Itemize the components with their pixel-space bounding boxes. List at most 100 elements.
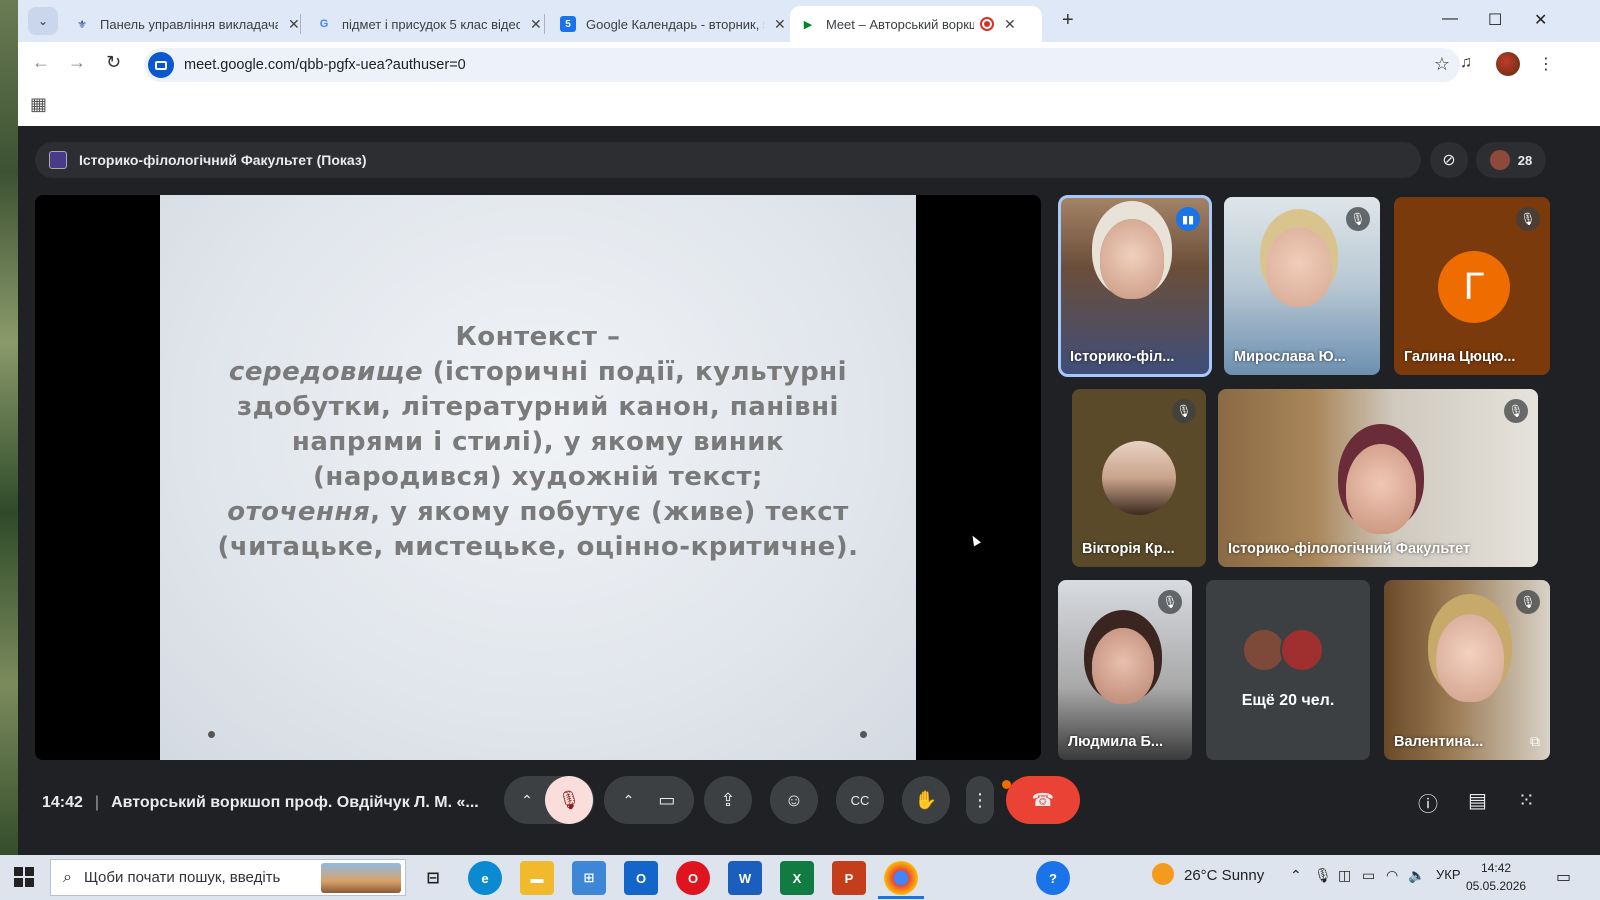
participant-tile[interactable]: 🎙 Історико-філологічний Факультет: [1218, 389, 1538, 567]
help-icon[interactable]: ?: [1036, 861, 1070, 895]
picture-in-picture-icon[interactable]: ⧉: [1530, 733, 1540, 750]
language-indicator[interactable]: УКР: [1436, 867, 1461, 882]
tab-meet[interactable]: ▶ Meet – Авторський воркшоп ✕: [790, 6, 1042, 42]
store-icon[interactable]: ⊞: [572, 861, 606, 895]
more-participants-tile[interactable]: Ещё 20 чел.: [1206, 580, 1370, 760]
powerpoint-icon[interactable]: P: [832, 861, 866, 895]
outlook-icon[interactable]: O: [624, 861, 658, 895]
notifications-icon[interactable]: ▭: [1556, 867, 1571, 887]
mouse-cursor: [969, 533, 981, 547]
chat-icon[interactable]: ▤: [1468, 788, 1487, 813]
participant-tile[interactable]: ▮▮ Історико-філ...: [1058, 195, 1212, 377]
raise-hand-button[interactable]: ✋: [902, 776, 950, 824]
task-view-icon[interactable]: ⊟: [416, 861, 450, 895]
file-explorer-icon[interactable]: ▬: [520, 861, 554, 895]
search-placeholder: Щоби почати пошук, введіть: [83, 869, 281, 886]
present-screen-button[interactable]: ⇪: [704, 776, 752, 824]
wifi-icon[interactable]: ◠: [1386, 867, 1398, 884]
activities-icon[interactable]: ⁙: [1518, 788, 1535, 813]
close-icon[interactable]: ✕: [288, 16, 300, 33]
slide-line: середовище (історичні події, культурні: [217, 355, 858, 390]
chrome-icon[interactable]: [878, 861, 924, 899]
participant-name: Мирослава Ю...: [1234, 349, 1346, 365]
bookmark-star-icon[interactable]: ☆: [1434, 54, 1450, 75]
browser-toolbar: ← → ↻ meet.google.com/qbb-pgfx-uea?authu…: [18, 42, 1600, 88]
tray-chevron-icon[interactable]: ⌃: [1290, 867, 1302, 884]
bookmarks-bar: ▦: [18, 88, 1600, 126]
maximize-icon[interactable]: ☐: [1488, 10, 1502, 30]
close-icon[interactable]: ✕: [530, 16, 542, 33]
clock-time: 14:42: [1481, 861, 1512, 875]
reactions-button[interactable]: ☺: [770, 776, 818, 824]
recording-icon: [980, 17, 994, 31]
close-icon[interactable]: ✕: [1004, 16, 1016, 33]
participant-tile[interactable]: 🎙 Людмила Б...: [1058, 580, 1192, 760]
participant-video: [1266, 227, 1332, 307]
emoji-icon: ☺: [784, 789, 804, 810]
participant-name: Валентина...: [1394, 734, 1484, 750]
tab-google-search[interactable]: G підмет і присудок 5 клас відео ✕: [306, 6, 552, 42]
camera-tray-icon[interactable]: ◫: [1338, 867, 1351, 884]
participants-button[interactable]: 28: [1476, 142, 1546, 178]
participant-name: Галина Цюцю...: [1404, 349, 1516, 365]
meet-area: Історико-філологічний Факультет (Показ) …: [18, 126, 1600, 856]
excel-icon[interactable]: X: [780, 861, 814, 895]
participant-tile[interactable]: 🎙 Валентина... ⧉: [1384, 580, 1550, 760]
video-options-button[interactable]: ⌃ ▭: [604, 776, 694, 824]
weather-icon[interactable]: [1152, 863, 1174, 885]
reload-icon[interactable]: ↻: [106, 52, 121, 73]
forward-icon[interactable]: →: [68, 52, 86, 73]
browser-menu-icon[interactable]: ⋮: [1538, 54, 1554, 74]
participant-tile[interactable]: 🎙 Вікторія Кр...: [1072, 389, 1206, 567]
back-icon[interactable]: ←: [32, 52, 50, 73]
leave-call-button[interactable]: ☎: [1006, 776, 1080, 824]
captions-button[interactable]: CC: [836, 776, 884, 824]
more-options-button[interactable]: ⋮: [966, 776, 994, 824]
taskbar-search[interactable]: ⌕ Щоби почати пошук, введіть: [50, 859, 406, 896]
opera-icon[interactable]: O: [676, 861, 710, 895]
weather-text[interactable]: 26°C Sunny: [1184, 867, 1264, 884]
camera-off-icon[interactable]: ⊘: [1430, 142, 1468, 178]
slide-line: Контекст –: [455, 322, 621, 352]
tab-title: підмет і присудок 5 клас відео: [342, 16, 520, 32]
mic-off-icon: 🎙: [1172, 399, 1196, 423]
captions-icon: CC: [850, 792, 870, 808]
window-close-icon[interactable]: ✕: [1534, 10, 1547, 30]
slide-dot: [860, 731, 867, 738]
mic-toggle-button[interactable]: 🎙: [545, 776, 593, 824]
media-control-icon[interactable]: ♫: [1460, 54, 1472, 72]
meeting-name: Авторський воркшоп проф. Овдійчук Л. М. …: [111, 794, 479, 811]
meeting-details-icon[interactable]: ⓘ: [1418, 788, 1438, 817]
participant-count: 28: [1517, 152, 1533, 168]
edge-icon[interactable]: e: [468, 861, 502, 895]
new-tab-button[interactable]: +: [1062, 9, 1074, 32]
meet-icon: ▶: [803, 18, 813, 31]
meet-site-icon[interactable]: [148, 52, 174, 78]
address-bar[interactable]: meet.google.com/qbb-pgfx-uea?authuser=0 …: [144, 48, 1460, 82]
windows-taskbar: ⌕ Щоби почати пошук, введіть ⊟ e ▬ ⊞ O O…: [0, 855, 1600, 900]
url-text: meet.google.com/qbb-pgfx-uea?authuser=0: [184, 57, 466, 73]
slide: Контекст – середовище (історичні події, …: [160, 195, 916, 760]
participant-name: Історико-філ...: [1070, 349, 1175, 365]
profile-avatar[interactable]: [1496, 52, 1520, 76]
browser-window: ⌄ ⚜ Панель управління викладача ✕ G підм…: [18, 0, 1600, 126]
taskbar-clock[interactable]: 14:42 05.05.2026: [1466, 859, 1526, 895]
close-icon[interactable]: ✕: [774, 16, 786, 33]
participant-initial-avatar: Г: [1438, 251, 1510, 323]
word-icon[interactable]: W: [728, 861, 762, 895]
tab-google-calendar[interactable]: 5 Google Календарь - вторник, 5 ✕: [550, 6, 796, 42]
windows-start-icon[interactable]: [14, 867, 34, 887]
presentation-stage[interactable]: Контекст – середовище (історичні події, …: [35, 195, 1041, 760]
participant-tile[interactable]: 🎙 Мирослава Ю...: [1224, 197, 1380, 375]
participant-tile[interactable]: Г 🎙 Галина Цюцю...: [1394, 197, 1550, 375]
tab-search-button[interactable]: ⌄: [28, 7, 58, 35]
speaking-indicator-icon: ▮▮: [1176, 207, 1200, 231]
microphone-tray-icon[interactable]: 🎙: [1314, 867, 1332, 884]
slide-italic-term: середовище: [228, 357, 424, 387]
apps-grid-icon[interactable]: ▦: [30, 94, 47, 115]
volume-icon[interactable]: 🔈: [1408, 867, 1425, 884]
tab-teacher-panel[interactable]: ⚜ Панель управління викладача ✕: [64, 6, 310, 42]
slide-line-text: , у якому побутує (живе) текст: [370, 497, 849, 527]
minimize-icon[interactable]: —: [1442, 10, 1458, 28]
battery-icon[interactable]: ▭: [1362, 867, 1375, 884]
